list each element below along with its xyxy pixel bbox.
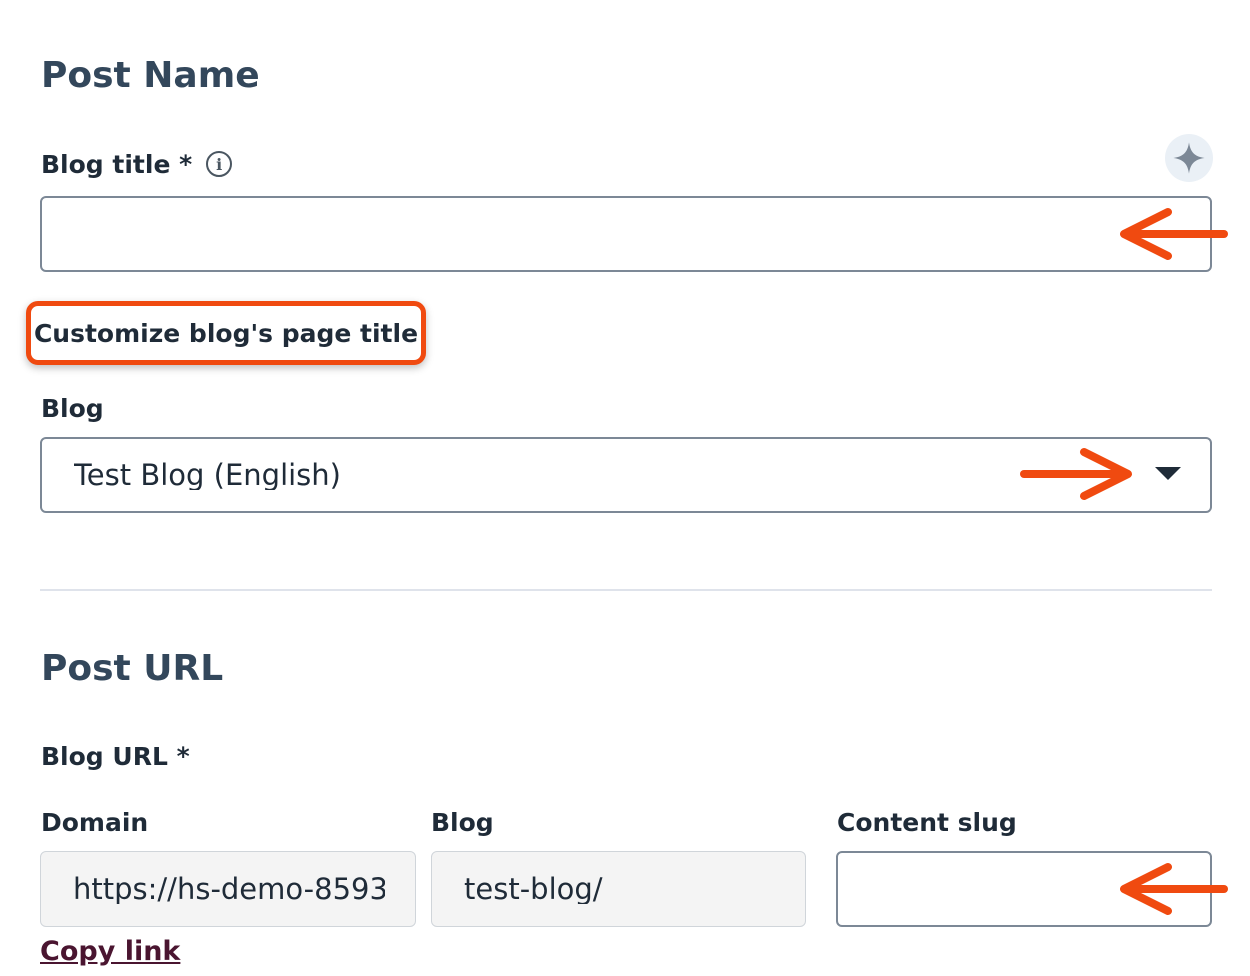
blog-select-label: Blog — [41, 394, 104, 423]
sparkle-icon — [1173, 142, 1205, 174]
customize-page-title-link[interactable]: Customize blog's page title — [26, 301, 426, 365]
content-slug-label: Content slug — [837, 808, 1017, 837]
blog-path-value: test-blog/ — [464, 874, 603, 904]
blog-title-input-wrapper — [40, 196, 1212, 272]
caret-down-icon[interactable] — [1155, 467, 1181, 481]
blog-path-field: test-blog/ — [431, 851, 806, 927]
blog-title-label-row: Blog title * i — [41, 149, 233, 179]
info-circle-icon[interactable]: i — [206, 151, 233, 177]
domain-label: Domain — [41, 808, 149, 837]
copy-link[interactable]: Copy link — [40, 936, 180, 967]
customize-page-title-text: Customize blog's page title — [33, 318, 419, 348]
section-divider — [40, 589, 1212, 591]
domain-field: https://hs-demo-8593 — [40, 851, 416, 927]
blog-url-label: Blog URL * — [41, 742, 190, 771]
blog-path-label: Blog — [431, 808, 494, 837]
post-url-heading: Post URL — [41, 648, 224, 689]
blog-title-input[interactable] — [42, 198, 1210, 270]
post-name-heading: Post Name — [41, 55, 260, 96]
blog-select-value: Test Blog (English) — [74, 460, 341, 490]
arrow-icon — [1020, 448, 1132, 500]
domain-value: https://hs-demo-8593 — [73, 874, 385, 904]
blog-title-label: Blog title * — [41, 149, 193, 179]
arrow-icon — [1120, 863, 1228, 915]
ai-assist-button[interactable] — [1165, 134, 1213, 182]
arrow-icon — [1120, 208, 1228, 260]
